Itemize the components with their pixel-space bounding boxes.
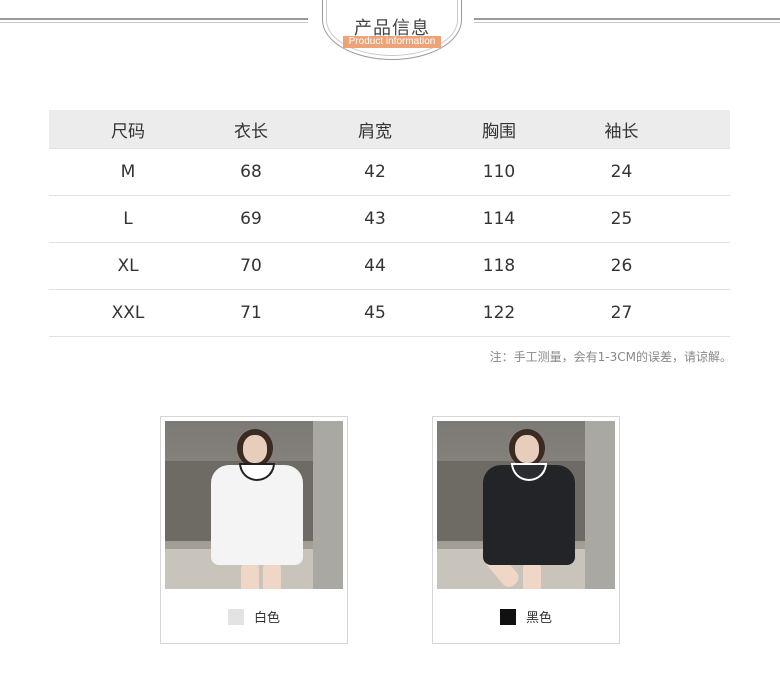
table-cell: 44 [364,256,386,276]
color-option: 黑色 [433,607,619,626]
face-shape [515,435,539,463]
color-swatch-white [227,608,244,625]
table-cell: 114 [482,209,516,229]
header-line-left [0,18,308,20]
table-cell: 122 [482,303,516,323]
table-cell: L [123,209,133,229]
table-cell: 43 [364,209,386,229]
header-line-right-thin [474,22,780,23]
wall-shape [585,421,615,589]
table-cell: 25 [610,209,633,229]
table-cell: XL [117,256,139,276]
section-subtitle: Product information [343,36,441,48]
col-header: 衣长 [234,121,268,142]
table-row: M 68 42 110 24 [49,148,730,195]
table-row: L 69 43 114 25 [49,195,730,242]
col-header: 胸围 [482,121,516,142]
table-row: XL 70 44 118 26 [49,242,730,289]
leg-shape [263,561,281,589]
wall-shape [313,421,343,589]
table-cell: 69 [240,209,262,229]
size-table: 尺码 衣长 肩宽 胸围 袖长 M 68 42 110 24 L 69 43 11… [49,110,730,337]
color-label: 黑色 [525,611,552,626]
color-card-white[interactable]: 白色 [160,416,348,644]
leg-shape [241,561,259,589]
header-line-right [474,18,780,20]
table-cell: 118 [482,256,516,276]
face-shape [243,435,267,463]
table-cell: XXL [111,303,145,323]
measurement-note: 注：手工测量，会有1-3CM的误差，请谅解。 [489,350,732,364]
table-cell: 71 [240,303,262,323]
table-cell: 26 [610,256,633,276]
color-card-black[interactable]: 黑色 [432,416,620,644]
table-cell: 24 [610,162,633,182]
col-header: 尺码 [111,121,145,142]
leg-shape [523,561,541,589]
table-cell: 27 [610,303,633,323]
table-cell: M [120,162,136,182]
header-line-left-thin [0,22,308,23]
table-cell: 68 [240,162,262,182]
table-cell: 42 [364,162,386,182]
table-header: 尺码 衣长 肩宽 胸围 袖长 [49,110,730,148]
color-option: 白色 [161,607,347,626]
table-cell: 110 [482,162,516,182]
color-label: 白色 [253,611,280,626]
product-photo-black [437,421,615,589]
product-photo-white [165,421,343,589]
table-cell: 45 [364,303,386,323]
table-row: XXL 71 45 122 27 [49,289,730,337]
color-swatch-black [499,608,516,625]
col-header: 袖长 [604,121,639,142]
table-cell: 70 [240,256,262,276]
col-header: 肩宽 [358,121,392,142]
